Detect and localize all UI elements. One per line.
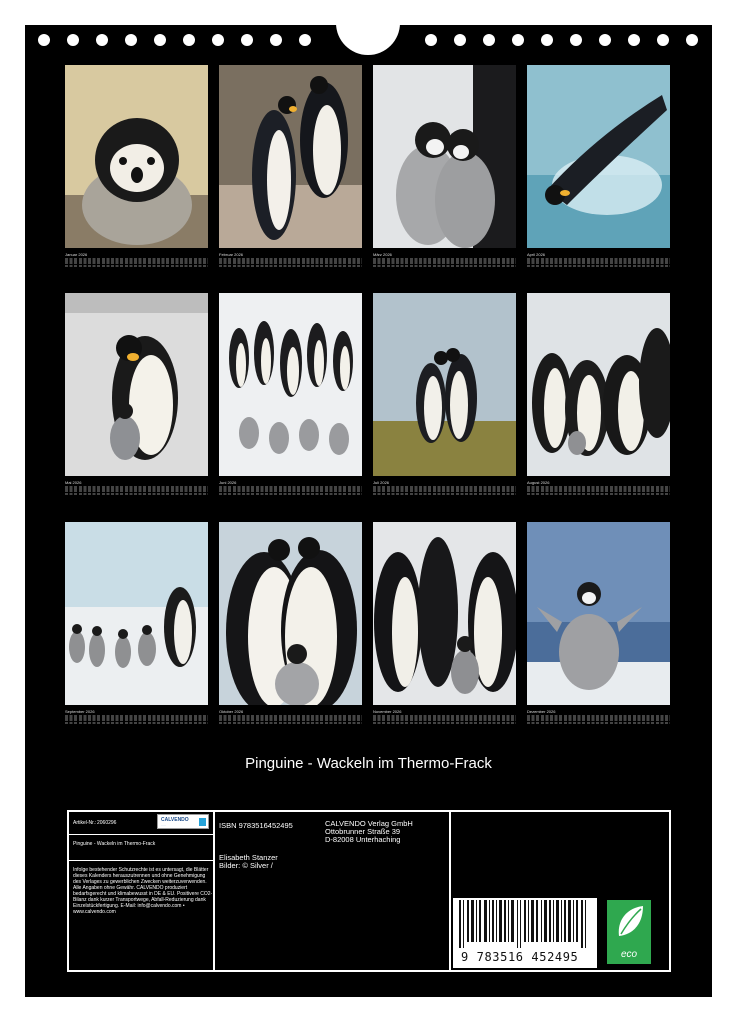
photo-november xyxy=(373,522,516,705)
info-column-article: Artikel-Nr.: 2060296 CALVENDO ····· Ping… xyxy=(69,812,215,970)
barcode: 9 783516 452495 xyxy=(453,898,597,968)
calvendo-logo: CALVENDO ····· xyxy=(157,814,209,829)
photo-august xyxy=(527,293,670,476)
calendar-back-cover: Januar 2026 Februar 2026 März 2026 April… xyxy=(25,23,712,997)
photo-may xyxy=(65,293,208,476)
month-label: März 2026 xyxy=(373,252,392,257)
eco-badge: eco xyxy=(607,900,651,964)
info-panel: Artikel-Nr.: 2060296 CALVENDO ····· Ping… xyxy=(67,810,671,972)
month-label: Juli 2026 xyxy=(373,480,390,485)
hanger-notch xyxy=(336,23,400,55)
author-credits: Elisabeth Stanzer Bilder: © Silver / xyxy=(219,853,278,870)
photo-june xyxy=(219,293,362,476)
month-label: Dezember 2026 xyxy=(527,709,556,714)
photo-march xyxy=(373,65,516,248)
publisher-address: CALVENDO Verlag GmbH Ottobrunner Straße … xyxy=(325,819,413,844)
article-label: Artikel-Nr.: xyxy=(73,820,97,826)
barcode-digits: 9 783516 452495 xyxy=(461,950,579,964)
info-column-publisher: ISBN 9783516452495 CALVENDO Verlag GmbH … xyxy=(215,812,451,970)
article-number: 2060296 xyxy=(97,820,117,826)
photo-july xyxy=(373,293,516,476)
product-title: Pinguine - Wackeln im Thermo-Frack xyxy=(73,841,156,847)
month-label: April 2026 xyxy=(527,252,546,257)
legal-notice: Infolge bestehender Schutzrechte ist es … xyxy=(73,867,213,915)
eco-label: eco xyxy=(620,949,638,960)
photo-february xyxy=(219,65,362,248)
month-label: Februar 2026 xyxy=(219,252,244,257)
photo-april xyxy=(527,65,670,248)
photo-september xyxy=(65,522,208,705)
month-label: Juni 2026 xyxy=(219,480,237,485)
month-label: Oktober 2026 xyxy=(219,709,244,714)
photo-january xyxy=(65,65,208,248)
leaf-icon xyxy=(618,906,643,936)
photo-december xyxy=(527,522,670,705)
calendar-title: Pinguine - Wackeln im Thermo-Frack xyxy=(245,755,492,772)
month-label: November 2026 xyxy=(373,709,402,714)
isbn: ISBN 9783516452495 xyxy=(219,821,293,830)
info-column-barcode: 9 783516 452495 eco xyxy=(451,812,669,970)
month-label: August 2026 xyxy=(527,480,550,485)
photo-october xyxy=(219,522,362,705)
month-label: Mai 2026 xyxy=(65,480,82,485)
month-label: Januar 2026 xyxy=(65,252,88,257)
barcode-bars xyxy=(459,900,586,948)
month-label: September 2026 xyxy=(65,709,95,714)
